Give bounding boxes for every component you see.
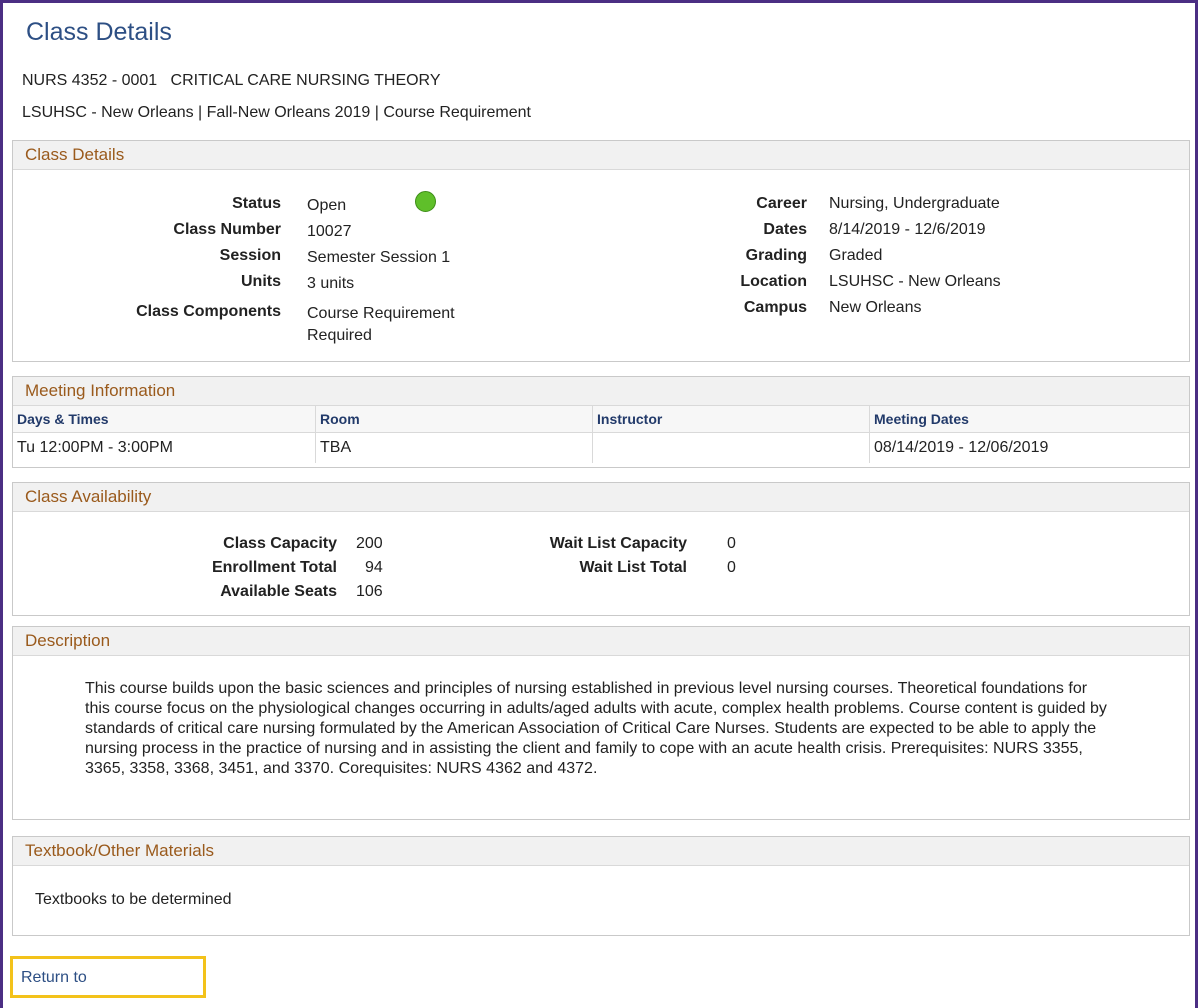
status-value: Open [307,197,347,214]
grading-value: Graded [829,247,883,264]
description-section: Description This course builds upon the … [12,626,1190,820]
course-context: LSUHSC - New Orleans | Fall-New Orleans … [22,104,531,121]
campus-value: New Orleans [829,299,922,316]
class-number-value: 10027 [307,223,352,240]
location-label: Location [740,273,807,290]
col-room: Room [315,406,593,433]
availability-header: Class Availability [13,483,1189,512]
dates-value: 8/14/2019 - 12/6/2019 [829,221,986,238]
cell-meeting-dates: 08/14/2019 - 12/06/2019 [874,439,1049,456]
class-capacity-label: Class Capacity [223,535,337,552]
available-seats-label: Available Seats [220,583,337,600]
units-value: 3 units [307,275,355,292]
wait-list-capacity-label: Wait List Capacity [549,535,687,552]
dates-label: Dates [763,221,807,238]
class-details-section: Class Details Status Open Class Number 1… [12,140,1190,362]
session-value: Semester Session 1 [307,249,451,266]
cell-instructor [592,432,870,463]
class-details-header: Class Details [13,141,1189,170]
location-value: LSUHSC - New Orleans [829,273,1001,290]
campus-label: Campus [743,299,807,316]
col-meeting-dates: Meeting Dates [869,406,1189,433]
enrollment-total-label: Enrollment Total [211,559,337,576]
table-row: Tu 12:00PM - 3:00PM TBA 08/14/2019 - 12/… [13,432,1189,463]
grading-label: Grading [745,247,807,264]
cell-room: TBA [315,432,593,463]
career-label: Career [756,195,807,212]
textbook-header: Textbook/Other Materials [13,837,1189,866]
status-label: Status [232,195,281,212]
page-title: Class Details [26,18,172,46]
career-value: Nursing, Undergraduate [829,195,1000,212]
available-seats-value: 106 [356,583,383,600]
wait-list-total-value: 0 [727,559,736,576]
session-label: Session [219,247,281,264]
textbook-text: Textbooks to be determined [35,891,232,908]
cell-days-times: Tu 12:00PM - 3:00PM [13,432,316,463]
return-to-link[interactable]: Return to [10,956,206,998]
meeting-info-section: Meeting Information Days & Times Room In… [12,376,1190,468]
course-description: This course builds upon the basic scienc… [85,680,1107,777]
class-components-value: Course Requirement [307,305,455,322]
enrollment-total-value: 94 [365,559,383,576]
class-components-value-2: Required [307,327,372,344]
status-open-icon [415,191,436,212]
meeting-table-header-row: Days & Times Room Instructor Meeting Dat… [13,406,1189,433]
wait-list-capacity-value: 0 [727,535,736,552]
availability-section: Class Availability Class Capacity 200 En… [12,482,1190,616]
course-title: NURS 4352 - 0001 CRITICAL CARE NURSING T… [22,72,441,89]
textbook-section: Textbook/Other Materials Textbooks to be… [12,836,1190,936]
class-number-label: Class Number [173,221,281,238]
description-header: Description [13,627,1189,656]
class-capacity-value: 200 [356,535,383,552]
units-label: Units [241,273,281,290]
meeting-info-header: Meeting Information [13,377,1189,406]
return-to-label[interactable]: Return to [21,969,87,987]
class-components-label: Class Components [136,303,281,320]
meeting-table: Days & Times Room Instructor Meeting Dat… [13,406,1189,463]
wait-list-total-label: Wait List Total [579,559,687,576]
col-instructor: Instructor [592,406,870,433]
col-days-times: Days & Times [13,406,316,433]
